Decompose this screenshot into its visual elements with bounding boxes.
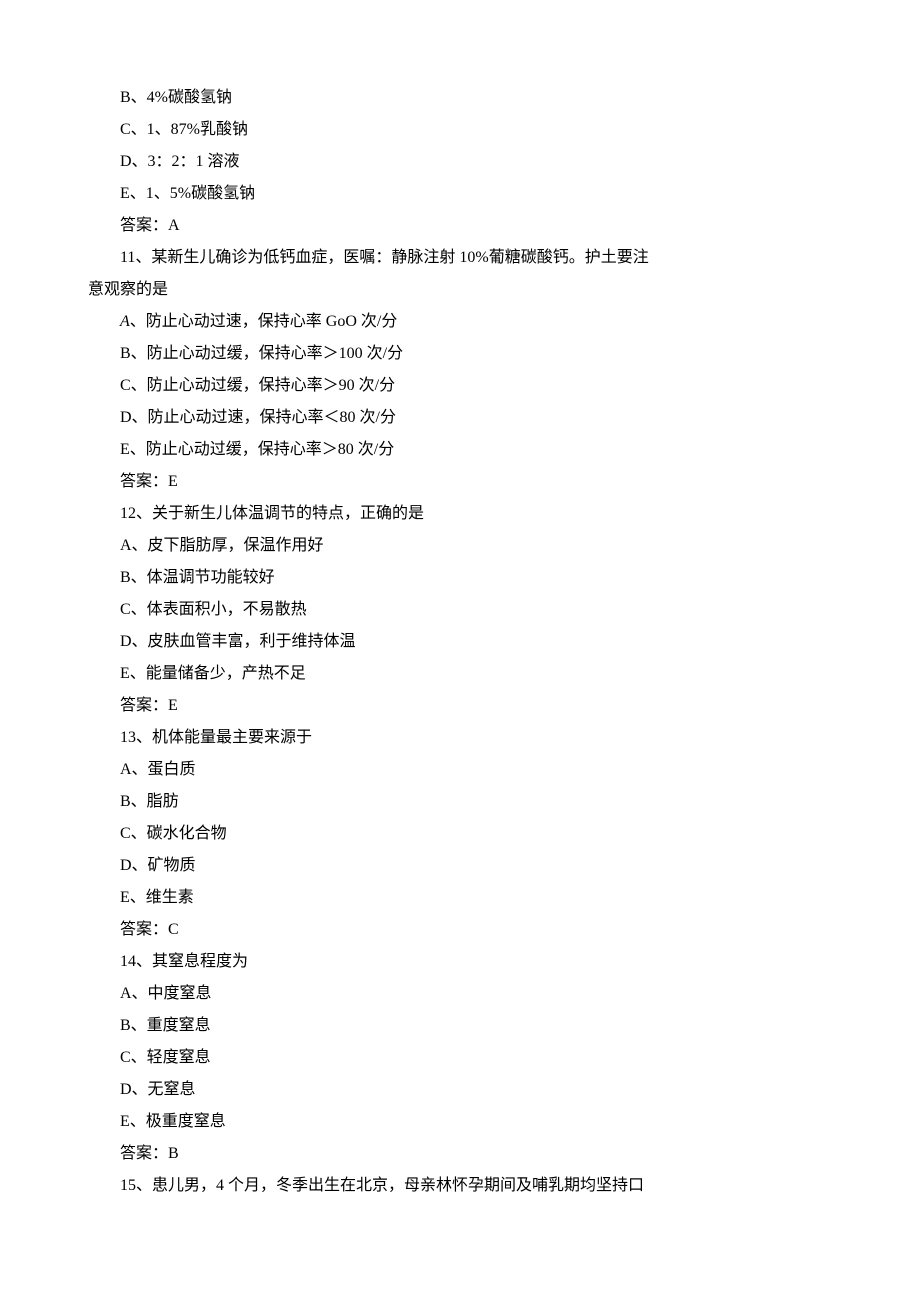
text-line: D、3：2：1 溶液 [88,146,832,178]
text-line: C、防止心动过缓，保持心率＞90 次/分 [88,370,832,402]
text-line: A、防止心动过速，保持心率 GoO 次/分 [88,306,832,338]
text-line: 答案：E [88,466,832,498]
text-line: B、重度窒息 [88,1010,832,1042]
text-line: 答案：B [88,1138,832,1170]
text-line: 答案：A [88,210,832,242]
text-line: A、中度窒息 [88,978,832,1010]
text-line: 13、机体能量最主要来源于 [88,722,832,754]
text-line: C、1、87%乳酸钠 [88,114,832,146]
text-line: E、极重度窒息 [88,1106,832,1138]
text-line: B、体温调节功能较好 [88,562,832,594]
text-line: D、皮肤血管丰富，利于维持体温 [88,626,832,658]
text-line: A、蛋白质 [88,754,832,786]
text-line: D、防止心动过速，保持心率＜80 次/分 [88,402,832,434]
text-line: C、轻度窒息 [88,1042,832,1074]
text-line: 14、其窒息程度为 [88,946,832,978]
text-line: C、体表面积小，不易散热 [88,594,832,626]
text-line: B、防止心动过缓，保持心率＞100 次/分 [88,338,832,370]
text-line: 意观察的是 [88,274,832,306]
text-line: 15、患儿男，4 个月，冬季出生在北京，母亲林怀孕期间及哺乳期均坚持口 [88,1170,832,1202]
text-line: E、能量储备少，产热不足 [88,658,832,690]
text-line: D、无窒息 [88,1074,832,1106]
text-line: 11、某新生儿确诊为低钙血症，医嘱：静脉注射 10%葡糖碳酸钙。护土要注 [88,242,832,274]
text-line: A、皮下脂肪厚，保温作用好 [88,530,832,562]
option-letter: A [120,313,130,330]
text-line: C、碳水化合物 [88,818,832,850]
text-line: E、防止心动过缓，保持心率＞80 次/分 [88,434,832,466]
text-line: 12、关于新生儿体温调节的特点，正确的是 [88,498,832,530]
text-line: E、维生素 [88,882,832,914]
text-line: 答案：C [88,914,832,946]
text-line: D、矿物质 [88,850,832,882]
text-line: 答案：E [88,690,832,722]
document-page: B、4%碳酸氢钠C、1、87%乳酸钠D、3：2：1 溶液E、1、5%碳酸氢钠答案… [0,0,920,1301]
text-line: B、脂肪 [88,786,832,818]
text-line: E、1、5%碳酸氢钠 [88,178,832,210]
text-line: B、4%碳酸氢钠 [88,82,832,114]
